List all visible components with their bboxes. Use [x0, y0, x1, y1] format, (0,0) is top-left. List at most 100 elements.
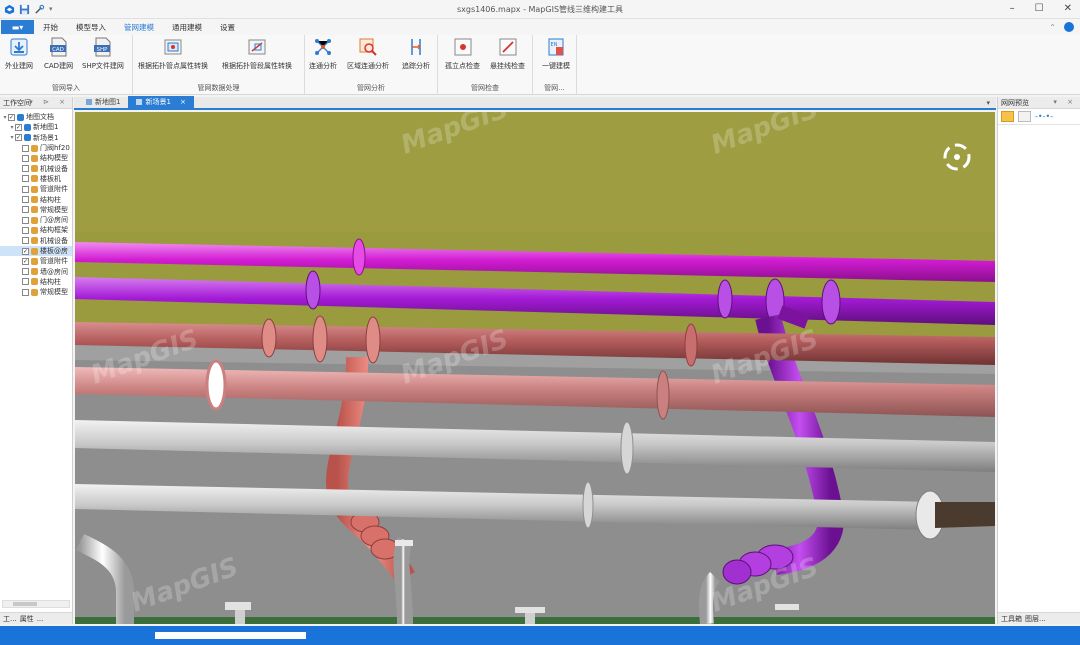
file-menu-button[interactable]: ▬▾	[1, 20, 34, 34]
toolbox-tab[interactable]: 工具箱	[1001, 614, 1022, 624]
tree-node-label: 机械设备	[40, 164, 68, 173]
grid-view-icon[interactable]	[1018, 111, 1031, 122]
tab-settings[interactable]: 设置	[211, 22, 244, 33]
topology-point-icon	[164, 39, 182, 55]
tree-node-label: 管道附件	[40, 257, 68, 266]
tree-node[interactable]: ✓ 楼板@房	[0, 245, 72, 257]
tab-list-dropdown-icon[interactable]: ▾	[986, 99, 990, 107]
help-icon[interactable]	[1064, 22, 1074, 32]
tree-node[interactable]: 墙@房间	[0, 266, 72, 276]
tree-node[interactable]: 机械设备	[0, 163, 72, 173]
layer-visibility-checkbox[interactable]	[22, 196, 29, 204]
layer-visibility-checkbox[interactable]	[22, 216, 29, 224]
tree-node-label: 结构柱	[40, 195, 61, 204]
tree-node[interactable]: 结构模型	[0, 153, 72, 163]
field-build-button[interactable]: 外业建网	[5, 37, 33, 71]
isolated-point-check-button[interactable]: 孤立点检查	[445, 37, 480, 71]
minimize-button[interactable]: –	[1010, 3, 1015, 14]
layer-icon	[31, 257, 38, 265]
close-button[interactable]: ✕	[1064, 3, 1072, 14]
tree-node[interactable]: 机械设备	[0, 236, 72, 246]
tab-start[interactable]: 开始	[34, 22, 67, 33]
layer-visibility-checkbox[interactable]: ✓	[8, 113, 15, 121]
svg-text:EN: EN	[551, 42, 558, 48]
save-icon[interactable]	[19, 4, 30, 15]
tree-node[interactable]: 结构框架	[0, 225, 72, 235]
dangling-line-check-button[interactable]: 悬挂线检查	[490, 37, 525, 71]
tree-node[interactable]: 门@房间	[0, 215, 72, 225]
layer-visibility-checkbox[interactable]	[22, 175, 29, 183]
tree-node-label: 新场景1	[33, 133, 59, 142]
topo-segment-attr-button[interactable]: 根据拓扑管段属性转换	[222, 37, 292, 71]
more-bottom-tab[interactable]: ...	[37, 615, 44, 623]
layer-visibility-checkbox[interactable]: ✓	[22, 257, 29, 265]
topo-point-attr-button[interactable]: 根据拓扑管点属性转换	[138, 37, 208, 71]
trace-analysis-button[interactable]: 追踪分析	[402, 37, 430, 71]
close-tab-icon[interactable]: ×	[180, 98, 186, 106]
layer-icon	[31, 268, 38, 276]
layer-icon	[31, 185, 38, 193]
tree-node[interactable]: ▾ ✓ 新地图1	[0, 122, 72, 132]
layer-visibility-checkbox[interactable]: ✓	[22, 247, 29, 255]
layer-visibility-checkbox[interactable]	[22, 165, 29, 173]
tree-node[interactable]: 楼板机	[0, 174, 72, 184]
tree-horizontal-scrollbar[interactable]	[2, 600, 70, 608]
layer-visibility-checkbox[interactable]	[22, 278, 29, 286]
options-icon[interactable]: -•-•-	[1035, 112, 1053, 121]
layer-icon	[31, 247, 38, 255]
region-connectivity-button[interactable]: 区域连通分析	[347, 37, 389, 71]
layer-visibility-checkbox[interactable]	[22, 206, 29, 214]
group-label: 管网...	[544, 84, 565, 92]
layer-visibility-checkbox[interactable]: ✓	[15, 123, 22, 131]
layer-icon	[31, 216, 38, 224]
layer-visibility-checkbox[interactable]	[22, 154, 29, 162]
tree-node[interactable]: 管道附件	[0, 184, 72, 194]
layer-icon	[31, 154, 38, 162]
layer-icon	[31, 206, 38, 214]
panel-pin-close-icon[interactable]: ▾ ⊳ ×	[29, 98, 69, 106]
tab-new-scene-1[interactable]: 新场景1 ×	[128, 96, 194, 108]
layer-visibility-checkbox[interactable]	[22, 268, 29, 276]
tab-model-import[interactable]: 模型导入	[67, 22, 115, 33]
tree-node-label: 门@房间	[40, 216, 68, 225]
layer-tab[interactable]: 图层...	[1025, 614, 1046, 624]
tree-node[interactable]: 门阀hf20	[0, 143, 72, 153]
tree-node-label: 楼板@房	[40, 247, 68, 255]
list-view-icon[interactable]	[1001, 111, 1014, 122]
tools-icon[interactable]	[34, 4, 45, 15]
layer-visibility-checkbox[interactable]	[22, 144, 29, 152]
tree-node[interactable]: 常规模型	[0, 287, 72, 297]
tree-node-label: 门阀hf20	[40, 144, 70, 153]
layer-visibility-checkbox[interactable]	[22, 185, 29, 193]
one-click-model-icon: EN	[548, 38, 564, 56]
layer-visibility-checkbox[interactable]	[22, 226, 29, 234]
preview-panel-header: 网网预览 ▾ ×	[998, 97, 1080, 109]
tree-node[interactable]: 结构柱	[0, 277, 72, 287]
shp-build-button[interactable]: SHP SHP文件建网	[82, 37, 124, 71]
one-click-model-button[interactable]: EN 一键建模	[542, 37, 570, 71]
ribbon-collapse-icon[interactable]: ⌃	[1049, 23, 1056, 32]
panel-pin-close-icon[interactable]: ▾ ×	[1053, 98, 1077, 106]
tree-node[interactable]: 结构柱	[0, 194, 72, 204]
tree-node[interactable]: ▾ ✓ 新场景1	[0, 133, 72, 143]
layer-visibility-checkbox[interactable]	[22, 237, 29, 245]
layer-visibility-checkbox[interactable]: ✓	[15, 134, 22, 142]
tab-general-modeling[interactable]: 通用建模	[163, 22, 211, 33]
cad-build-button[interactable]: CAD CAD建网	[44, 37, 73, 71]
ribbon-group-pipe-check: 孤立点检查 悬挂线检查 管网检查	[438, 35, 533, 95]
workspace-bottom-tab[interactable]: 工...	[3, 614, 17, 624]
scene-3d-viewport[interactable]: MapGIS MapGIS MapGIS MapGIS MapGIS MapGI…	[75, 112, 995, 624]
tree-node[interactable]: ✓ 管道附件	[0, 256, 72, 266]
tree-node[interactable]: ▾ ✓ 地图文档	[0, 112, 72, 122]
tree-node[interactable]: 常规模型	[0, 205, 72, 215]
tab-pipe-modeling[interactable]: 管网建模	[115, 22, 163, 33]
tree-node-label: 结构柱	[40, 277, 61, 286]
layer-icon	[31, 226, 38, 234]
customize-qa-icon[interactable]: ▾	[49, 5, 53, 13]
properties-bottom-tab[interactable]: 属性	[20, 614, 34, 624]
connectivity-analysis-button[interactable]: 连通分析	[309, 37, 337, 71]
tree-node-label: 地图文档	[26, 113, 54, 122]
layer-visibility-checkbox[interactable]	[22, 288, 29, 296]
maximize-button[interactable]: ☐	[1035, 3, 1044, 14]
tab-new-map-1[interactable]: 新地图1	[78, 96, 128, 108]
